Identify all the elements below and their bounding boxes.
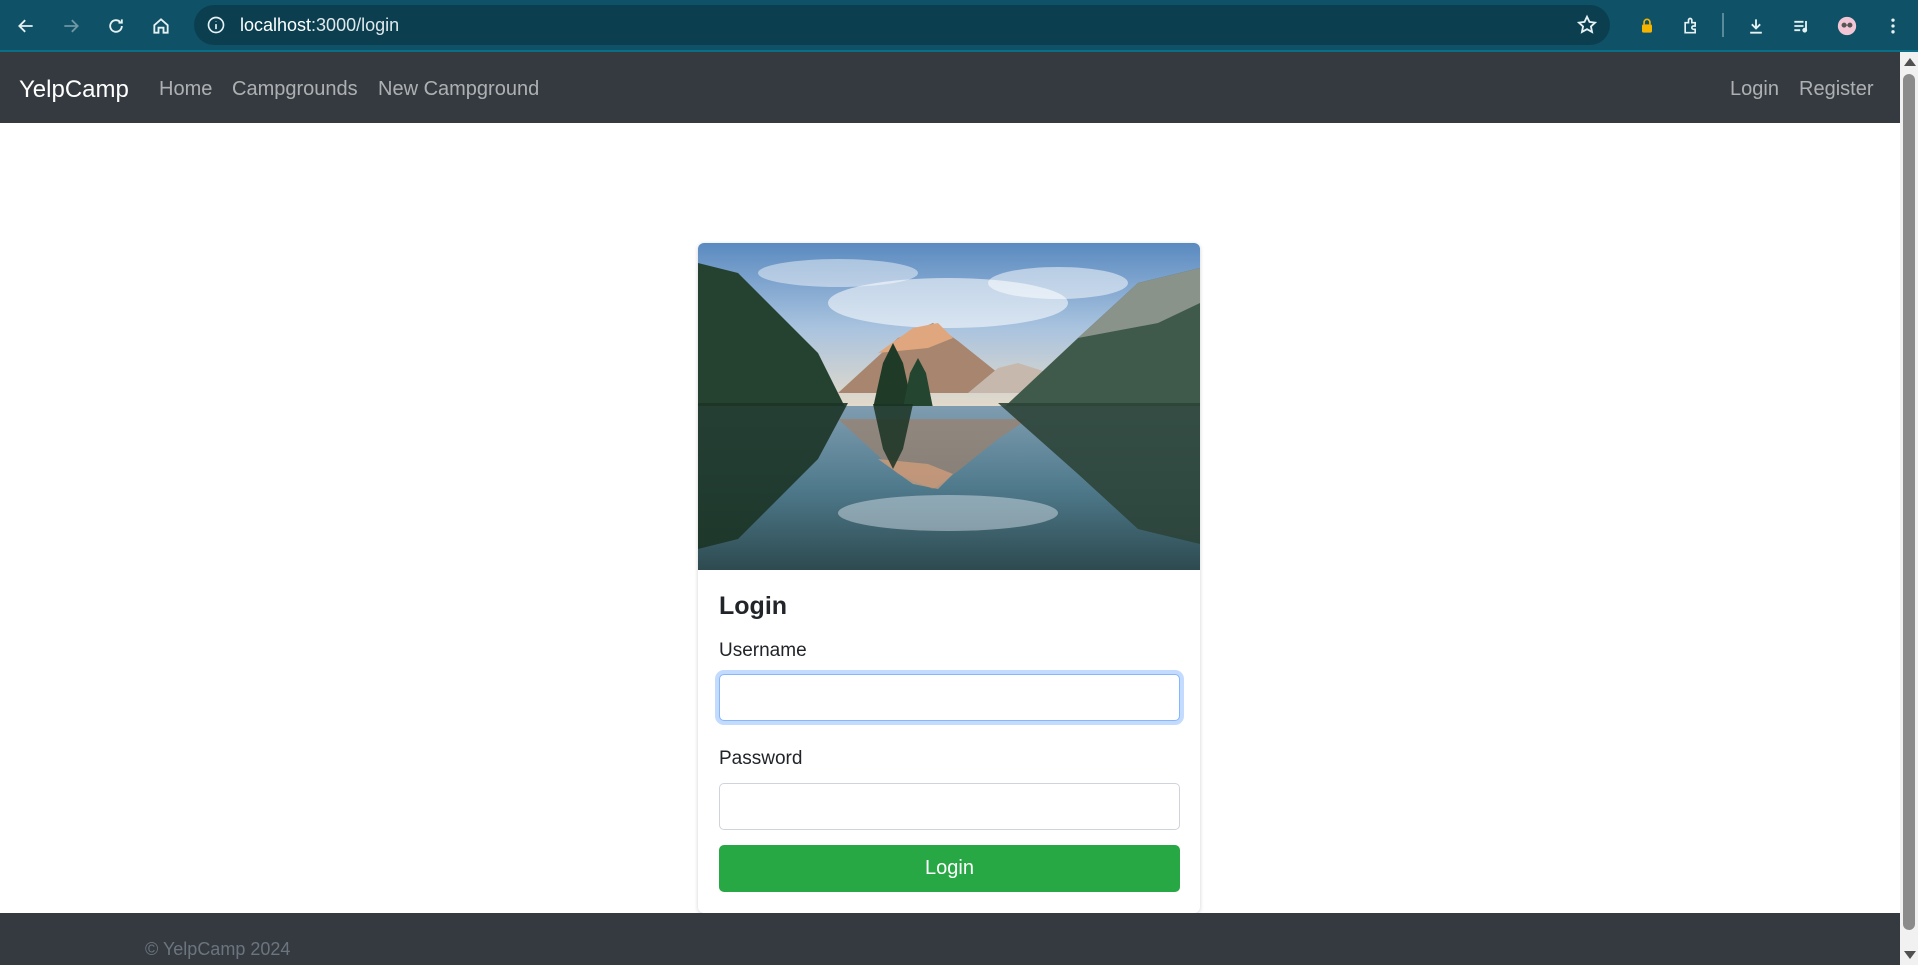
address-bar[interactable]: localhost:3000/login — [194, 5, 1610, 45]
nav-link-register[interactable]: Register — [1799, 78, 1873, 101]
toolbar-divider — [1722, 13, 1724, 37]
scroll-up-arrow[interactable] — [1904, 58, 1916, 66]
extensions-icon[interactable] — [1674, 9, 1708, 43]
star-icon[interactable] — [1576, 14, 1598, 36]
password-label: Password — [719, 748, 803, 769]
nav-link-home[interactable]: Home — [159, 78, 212, 101]
login-submit-button[interactable]: Login — [719, 845, 1180, 892]
site-footer: © YelpCamp 2024 — [0, 913, 1900, 965]
page-scrollbar[interactable] — [1900, 52, 1918, 965]
lock-extension-icon[interactable] — [1630, 9, 1664, 43]
media-icon[interactable] — [1784, 9, 1818, 43]
url-path: :3000/login — [311, 15, 400, 35]
reload-icon[interactable] — [99, 9, 133, 43]
url-host: localhost — [240, 15, 312, 35]
username-label: Username — [719, 640, 807, 661]
brand-link[interactable]: YelpCamp — [19, 76, 129, 104]
nav-link-new-campground[interactable]: New Campground — [378, 78, 539, 101]
download-icon[interactable] — [1739, 9, 1773, 43]
forward-icon[interactable] — [54, 9, 88, 43]
nav-link-login[interactable]: Login — [1730, 78, 1779, 101]
username-input[interactable] — [719, 674, 1180, 721]
url-text[interactable]: localhost:3000/login — [240, 15, 399, 36]
info-icon[interactable] — [206, 15, 226, 35]
menu-icon[interactable] — [1876, 9, 1910, 43]
back-icon[interactable] — [9, 9, 43, 43]
site-navbar: YelpCamp Home Campgrounds New Campground… — [0, 52, 1900, 123]
login-card: Login Username Password Login — [698, 243, 1200, 913]
nav-link-campgrounds[interactable]: Campgrounds — [232, 78, 358, 101]
browser-toolbar: localhost:3000/login — [0, 0, 1918, 52]
lake-mountain-image — [698, 243, 1200, 570]
footer-copyright: © YelpCamp 2024 — [145, 939, 291, 959]
scroll-down-arrow[interactable] — [1904, 951, 1916, 959]
card-title: Login — [719, 592, 788, 620]
home-icon[interactable] — [144, 9, 178, 43]
scroll-thumb[interactable] — [1903, 74, 1915, 930]
profile-avatar-icon[interactable] — [1830, 9, 1864, 43]
password-input[interactable] — [719, 783, 1180, 830]
